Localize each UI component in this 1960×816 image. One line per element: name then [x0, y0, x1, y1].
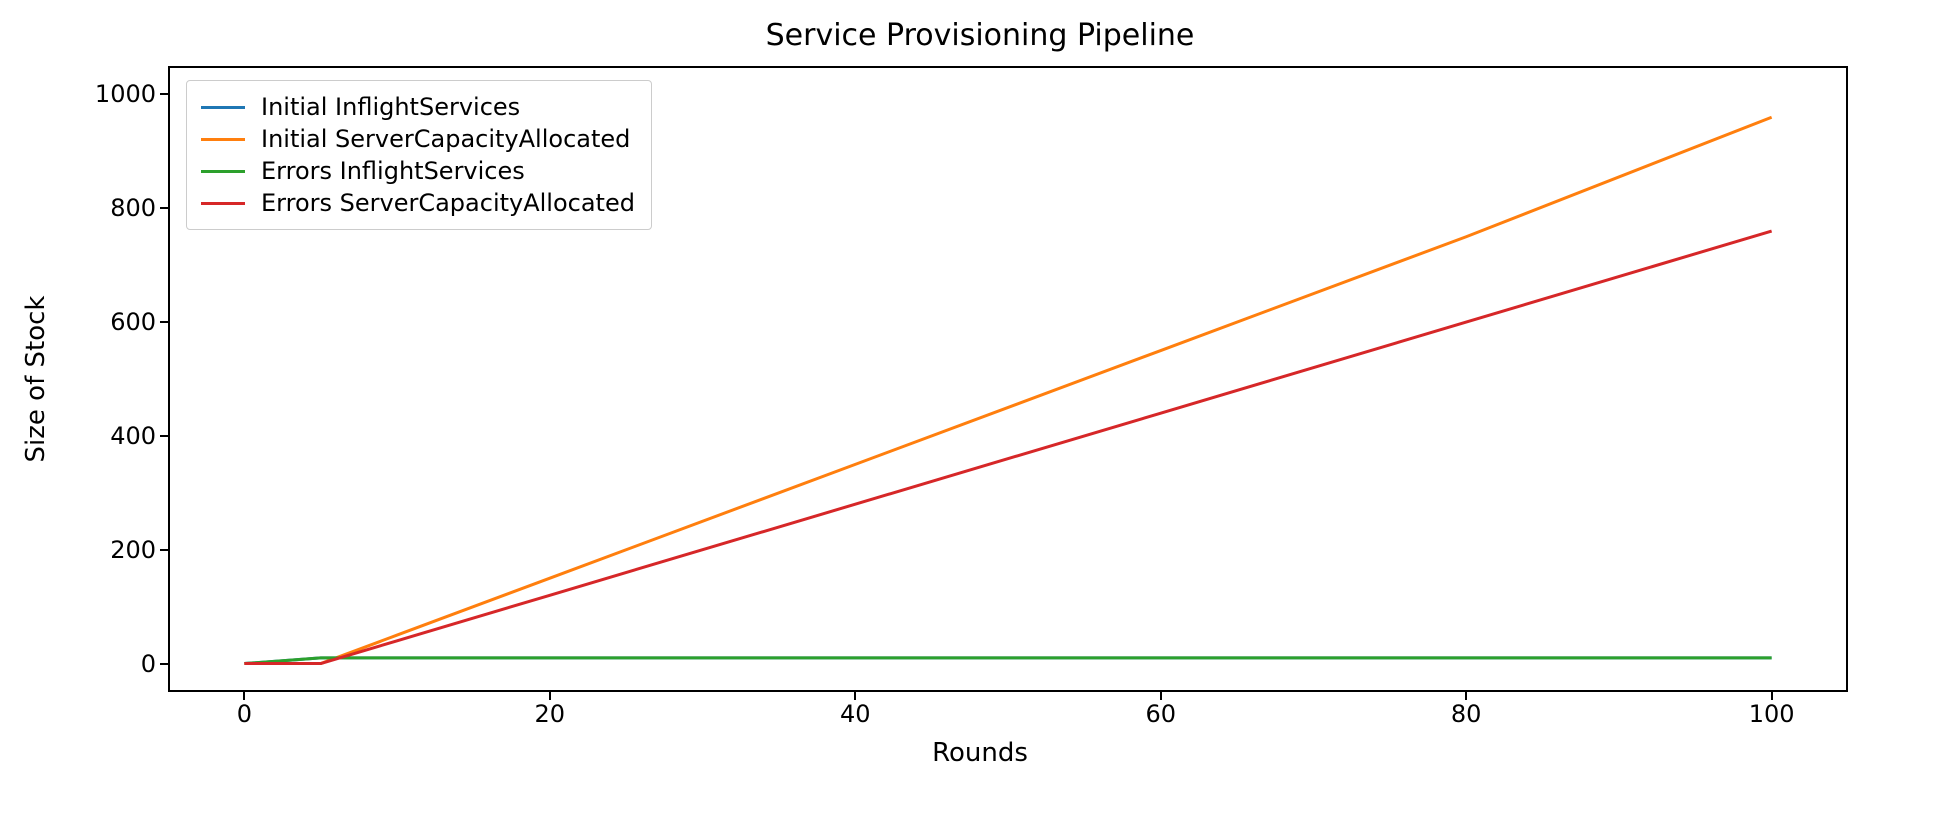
x-tick	[1771, 692, 1773, 700]
legend-item: Initial InflightServices	[201, 91, 635, 123]
x-tick-label: 100	[1749, 700, 1795, 728]
legend-swatch	[201, 170, 245, 173]
x-tick-label: 20	[535, 700, 566, 728]
chart-title: Service Provisioning Pipeline	[0, 18, 1960, 53]
x-tick	[243, 692, 245, 700]
x-tick	[549, 692, 551, 700]
legend-label: Errors InflightServices	[261, 157, 525, 185]
x-tick-label: 40	[840, 700, 871, 728]
y-axis-label: Size of Stock	[21, 296, 51, 463]
y-tick-label: 400	[76, 422, 156, 450]
y-tick	[160, 321, 168, 323]
legend-swatch	[201, 202, 245, 205]
legend-item: Errors InflightServices	[201, 155, 635, 187]
x-tick-label: 0	[237, 700, 252, 728]
x-tick	[854, 692, 856, 700]
y-tick	[160, 549, 168, 551]
legend-label: Initial ServerCapacityAllocated	[261, 125, 630, 153]
y-tick-label: 0	[76, 650, 156, 678]
x-tick	[1465, 692, 1467, 700]
legend-label: Initial InflightServices	[261, 93, 520, 121]
y-tick	[160, 93, 168, 95]
y-tick-label: 800	[76, 194, 156, 222]
legend-swatch	[201, 106, 245, 109]
y-tick	[160, 663, 168, 665]
x-axis-label: Rounds	[0, 738, 1960, 768]
y-tick-label: 1000	[76, 80, 156, 108]
y-tick-label: 200	[76, 536, 156, 564]
x-tick-label: 80	[1451, 700, 1482, 728]
legend-label: Errors ServerCapacityAllocated	[261, 189, 635, 217]
legend-item: Initial ServerCapacityAllocated	[201, 123, 635, 155]
legend-item: Errors ServerCapacityAllocated	[201, 187, 635, 219]
y-tick-label: 600	[76, 308, 156, 336]
x-tick	[1160, 692, 1162, 700]
legend: Initial InflightServices Initial ServerCa…	[186, 80, 652, 230]
y-tick	[160, 207, 168, 209]
legend-swatch	[201, 138, 245, 141]
y-tick	[160, 435, 168, 437]
x-tick-label: 60	[1145, 700, 1176, 728]
chart-container: Service Provisioning Pipeline Size of St…	[0, 0, 1960, 816]
